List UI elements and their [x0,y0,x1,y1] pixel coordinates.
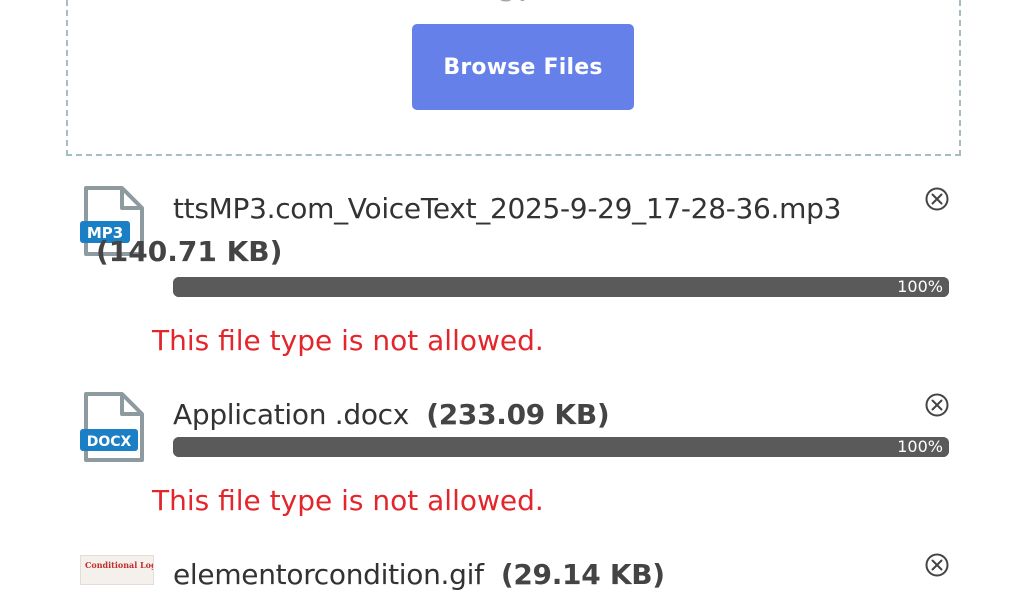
remove-file-button[interactable] [924,552,950,578]
browse-files-button[interactable]: Browse Files [412,24,634,110]
progress-percent: 100% [897,437,943,456]
file-name: ttsMP3.com_VoiceText_2025-9-29_17-28-36.… [173,192,842,225]
error-message: This file type is not allowed. [152,324,544,357]
close-circle-icon [925,553,949,577]
file-name: Application .docx [173,398,410,431]
docx-file-icon: DOCX [80,392,146,464]
close-circle-icon [925,393,949,417]
upload-progress-bar: 100% [173,437,949,457]
file-drop-zone[interactable]: or Browse Files [66,0,961,156]
file-size: (233.09 KB) [426,398,610,431]
file-size: (140.71 KB) [96,235,283,268]
progress-percent: 100% [897,277,943,296]
error-message: This file type is not allowed. [152,484,544,517]
svg-text:DOCX: DOCX [87,434,132,450]
close-circle-icon [925,187,949,211]
remove-file-button[interactable] [924,186,950,212]
file-name: elementorcondition.gif [173,558,484,591]
or-divider-text: or [68,0,959,8]
remove-file-button[interactable] [924,392,950,418]
file-size: (29.14 KB) [500,558,665,591]
gif-thumbnail: Conditional Logic [80,555,154,585]
upload-progress-bar: 100% [173,277,949,297]
